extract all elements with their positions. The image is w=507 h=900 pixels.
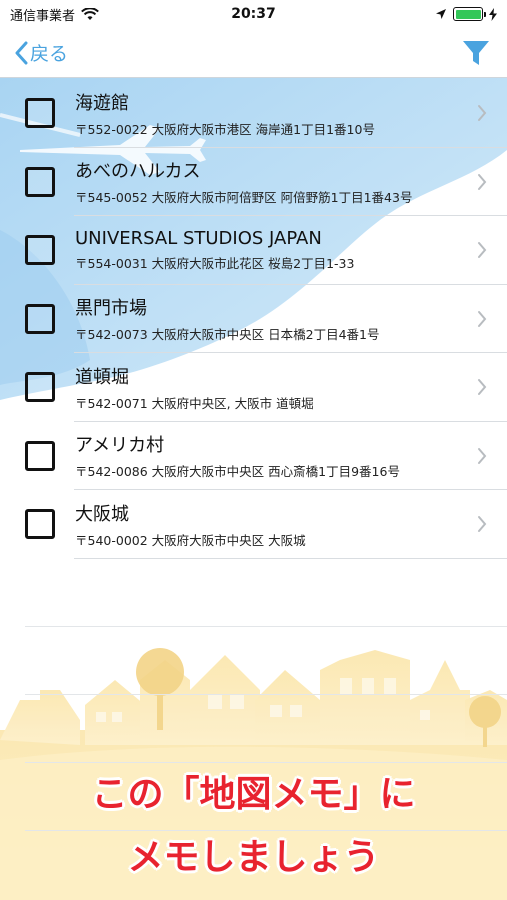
wifi-icon <box>81 7 99 20</box>
status-left: 通信事業者 <box>10 5 99 24</box>
back-label: 戻る <box>30 43 69 65</box>
checkbox[interactable] <box>25 372 55 403</box>
status-bar: 通信事業者 20:37 <box>0 0 507 28</box>
status-right <box>435 7 497 21</box>
promo-caption-line-1: この「地図メモ」に <box>91 773 417 816</box>
place-address: 〒542-0086 大阪府大阪市中央区 西心斎橋1丁目9番16号 <box>75 464 400 480</box>
chevron-right-icon <box>467 515 497 533</box>
checkbox[interactable] <box>25 98 55 129</box>
filter-button[interactable] <box>459 36 493 70</box>
place-address: 〒545-0052 大阪府大阪市阿倍野区 阿倍野筋1丁目1番43号 <box>75 190 413 206</box>
place-name: 黒門市場 <box>75 298 147 320</box>
list-item[interactable]: アメリカ村 〒542-0086 大阪府大阪市中央区 西心斎橋1丁目9番16号 <box>0 422 507 491</box>
chevron-right-icon <box>467 104 497 122</box>
list-item-text: UNIVERSAL STUDIOS JAPAN 〒554-0031 大阪府大阪市… <box>75 228 467 272</box>
list-item[interactable]: 海遊館 〒552-0022 大阪府大阪市港区 海岸通1丁目1番10号 <box>0 79 507 148</box>
filter-icon <box>463 40 489 65</box>
chevron-right-icon <box>467 241 497 259</box>
place-name: 大阪城 <box>75 503 129 525</box>
list-item[interactable]: 黒門市場 〒542-0073 大阪府大阪市中央区 日本橋2丁目4番1号 <box>0 285 507 354</box>
place-address: 〒554-0031 大阪府大阪市此花区 桜島2丁目1-33 <box>75 256 355 272</box>
list-item-text: 黒門市場 〒542-0073 大阪府大阪市中央区 日本橋2丁目4番1号 <box>75 294 467 343</box>
checkbox[interactable] <box>25 303 55 334</box>
list-item-text: 大阪城 〒540-0002 大阪府大阪市中央区 大阪城 <box>75 500 467 549</box>
place-address: 〒552-0022 大阪府大阪市港区 海岸通1丁目1番10号 <box>75 121 375 137</box>
place-address: 〒542-0073 大阪府大阪市中央区 日本橋2丁目4番1号 <box>75 327 380 343</box>
promo-caption-line-2: メモしましょう <box>127 836 381 879</box>
list-item-text: 海遊館 〒552-0022 大阪府大阪市港区 海岸通1丁目1番10号 <box>75 89 467 138</box>
chevron-right-icon <box>467 378 497 396</box>
list-item[interactable]: あべのハルカス 〒545-0052 大阪府大阪市阿倍野区 阿倍野筋1丁目1番43… <box>0 148 507 217</box>
back-button[interactable]: 戻る <box>14 39 68 66</box>
list-item[interactable]: 大阪城 〒540-0002 大阪府大阪市中央区 大阪城 <box>0 490 507 559</box>
empty-row-divider <box>25 694 507 695</box>
location-arrow-icon <box>436 9 446 19</box>
checkbox[interactable] <box>25 440 55 471</box>
place-name: UNIVERSAL STUDIOS JAPAN <box>75 228 322 250</box>
checkbox[interactable] <box>25 235 55 266</box>
charging-bolt-icon <box>489 7 497 21</box>
list-item[interactable]: UNIVERSAL STUDIOS JAPAN 〒554-0031 大阪府大阪市… <box>0 216 507 285</box>
checkbox[interactable] <box>25 166 55 197</box>
chevron-right-icon <box>467 310 497 328</box>
place-name: 道頓堀 <box>75 366 129 388</box>
empty-row-divider <box>25 762 507 763</box>
checkbox[interactable] <box>25 509 55 540</box>
place-address: 〒540-0002 大阪府大阪市中央区 大阪城 <box>75 532 306 548</box>
empty-row-divider <box>25 626 507 627</box>
list-item[interactable]: 道頓堀 〒542-0071 大阪府中央区, 大阪市 道頓堀 <box>0 353 507 422</box>
chevron-right-icon <box>467 447 497 465</box>
place-name: 海遊館 <box>75 92 129 114</box>
list-item-text: 道頓堀 〒542-0071 大阪府中央区, 大阪市 道頓堀 <box>75 363 467 412</box>
place-address: 〒542-0071 大阪府中央区, 大阪市 道頓堀 <box>75 395 314 411</box>
place-name: アメリカ村 <box>75 435 165 457</box>
chevron-right-icon <box>467 173 497 191</box>
chevron-left-icon <box>15 41 28 64</box>
place-list: 海遊館 〒552-0022 大阪府大阪市港区 海岸通1丁目1番10号 あべのハル… <box>0 79 507 559</box>
list-item-text: アメリカ村 〒542-0086 大阪府大阪市中央区 西心斎橋1丁目9番16号 <box>75 431 467 480</box>
navigation-bar: 戻る <box>0 28 507 78</box>
place-name: あべのハルカス <box>75 161 201 183</box>
list-item-text: あべのハルカス 〒545-0052 大阪府大阪市阿倍野区 阿倍野筋1丁目1番43… <box>75 157 467 206</box>
battery-icon <box>453 7 486 21</box>
carrier-label: 通信事業者 <box>10 8 76 24</box>
